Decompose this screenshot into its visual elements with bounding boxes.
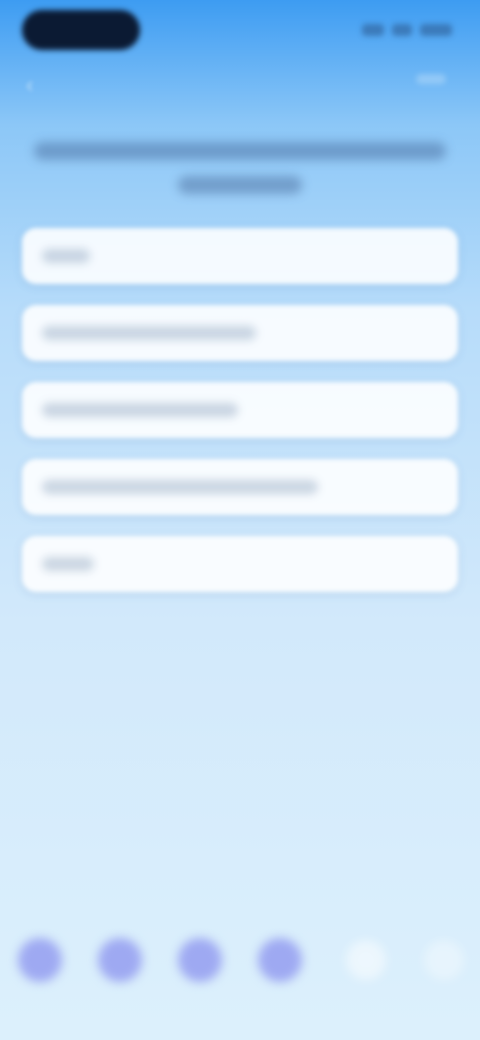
chevron-left-icon: ‹ [26,72,34,97]
answer-option-3[interactable] [22,382,458,438]
nav-item-6-icon[interactable] [424,940,464,980]
nav-item-2-icon[interactable] [98,938,142,982]
nav-item-3-icon[interactable] [178,938,222,982]
answer-option-5[interactable] [22,536,458,592]
battery-icon [420,24,452,36]
answer-option-2[interactable] [22,305,458,361]
answer-option-label [42,249,90,263]
back-button[interactable]: ‹ [26,74,48,96]
question-line-1 [34,142,446,160]
signal-icon [362,24,384,36]
answer-option-label [42,557,94,571]
status-icons [356,24,452,40]
answer-options [22,228,458,613]
answer-option-label [42,403,238,417]
top-right-button[interactable] [416,74,446,84]
answer-option-label [42,480,318,494]
answer-option-label [42,326,256,340]
status-time-pill [22,10,140,50]
wifi-icon [392,24,412,36]
nav-item-4-icon[interactable] [258,938,302,982]
bottom-nav [0,924,480,994]
answer-option-4[interactable] [22,459,458,515]
question-line-2 [178,176,302,194]
status-bar [0,0,480,64]
question-text [30,142,450,194]
nav-item-5-icon[interactable] [346,940,386,980]
nav-item-1-icon[interactable] [18,938,62,982]
answer-option-1[interactable] [22,228,458,284]
